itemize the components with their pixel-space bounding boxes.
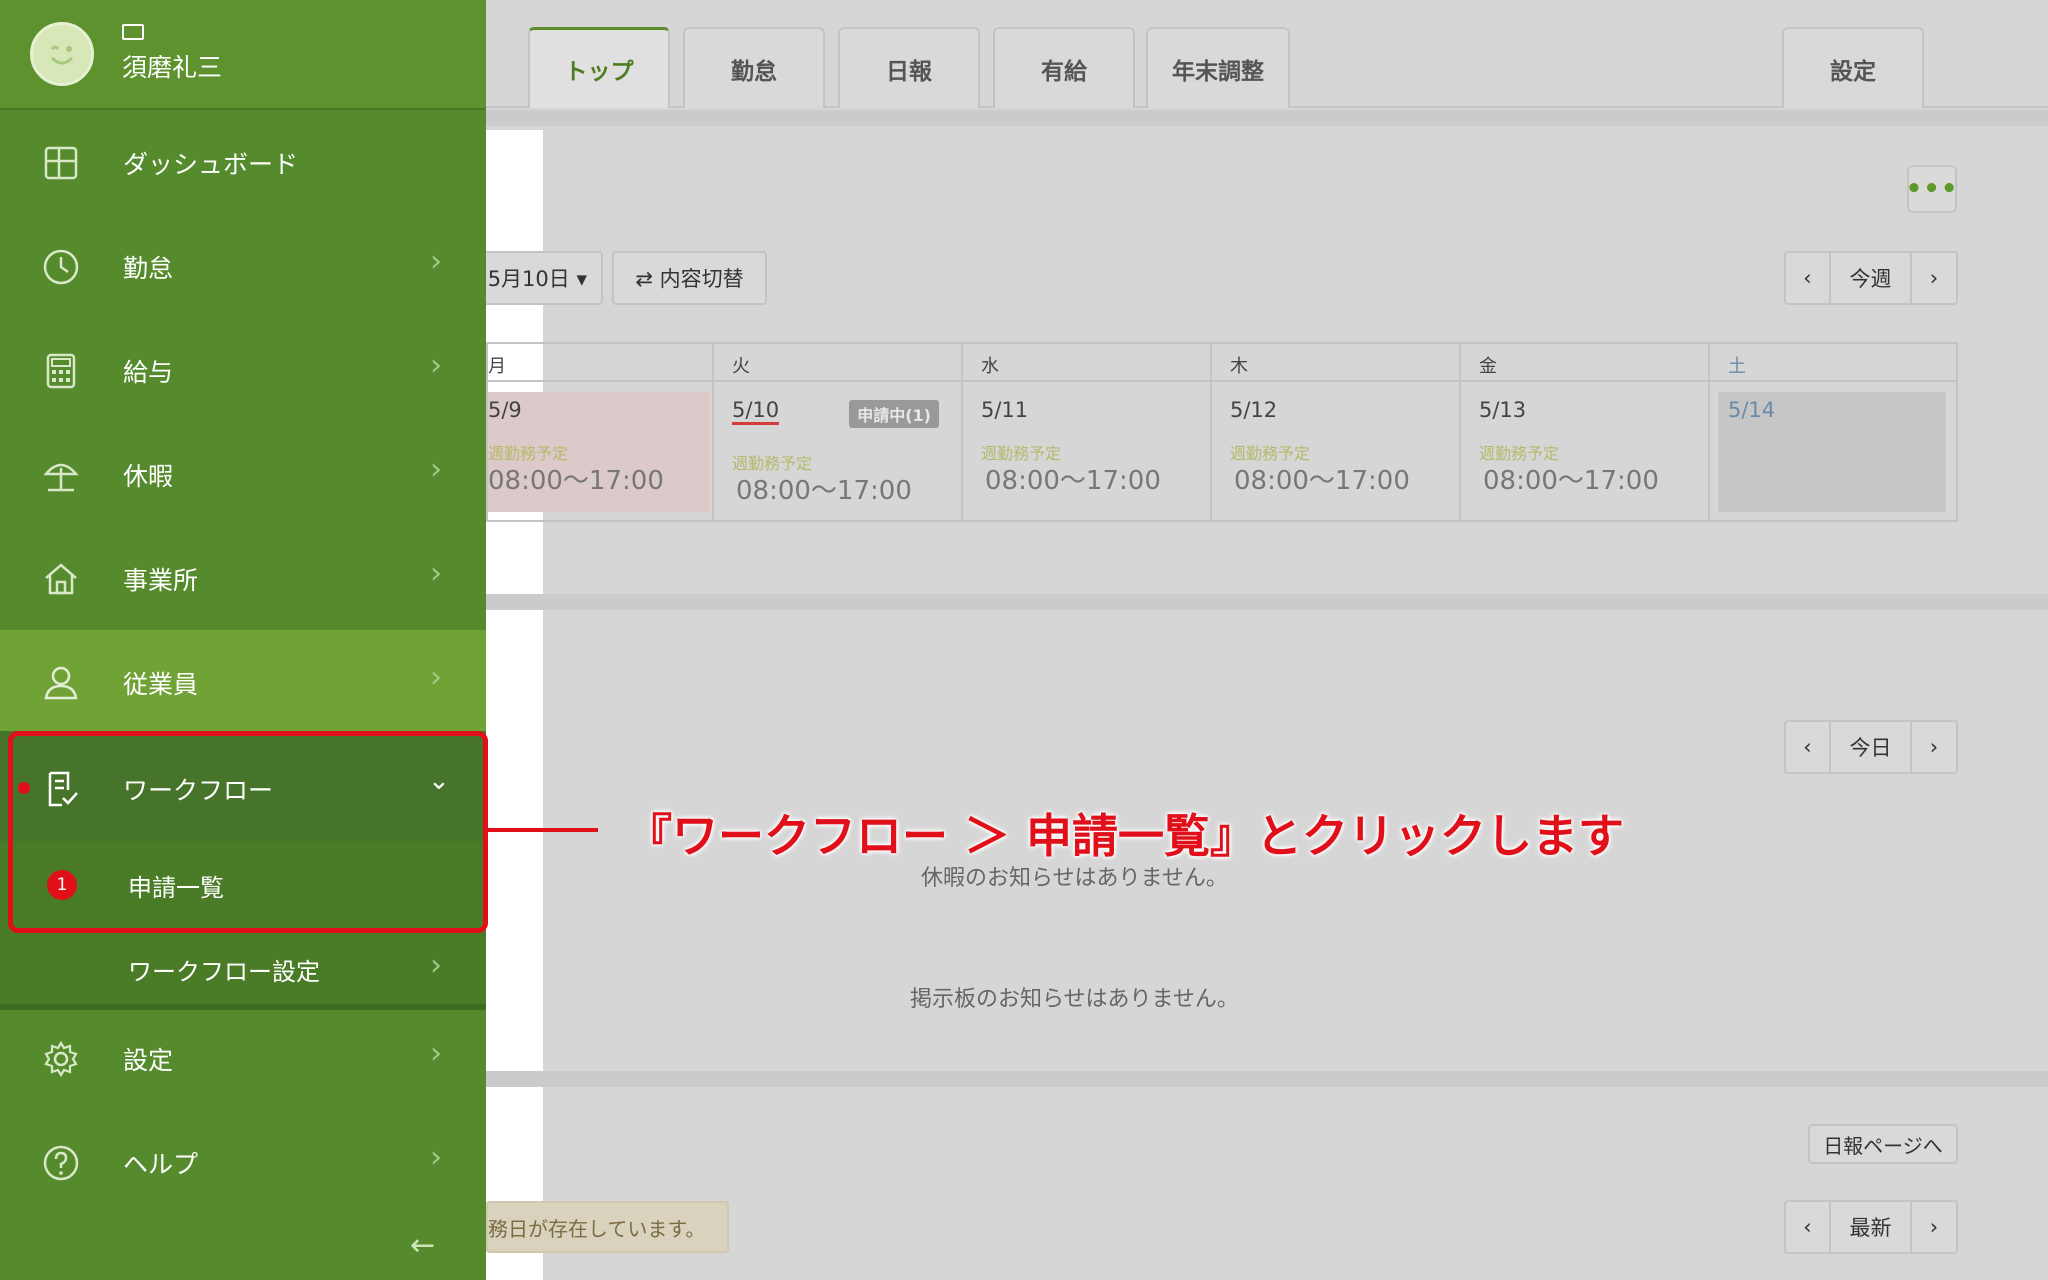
sidebar-item-employee[interactable]: 従業員 › xyxy=(0,630,486,734)
sidebar-item-label: 勤怠 xyxy=(123,254,174,283)
person-icon xyxy=(44,666,78,700)
day-time: 08:00～17:00 xyxy=(985,466,1161,496)
warning-note: 務日が存在しています。 xyxy=(486,1201,729,1253)
calendar-day[interactable]: 土 5/14 xyxy=(1710,344,1956,520)
prev-week-button[interactable]: ‹ xyxy=(1786,253,1831,303)
sidebar-item-help[interactable]: ヘルプ › xyxy=(0,1110,486,1214)
sidebar-item-office[interactable]: 事業所 › xyxy=(0,526,486,630)
dashboard-icon xyxy=(44,146,78,180)
sidebar-item-label: 事業所 xyxy=(123,566,199,595)
sidebar-subitem-label: ワークフロー設定 xyxy=(128,958,320,986)
chevron-right-icon: › xyxy=(430,1140,442,1175)
sidebar-item-label: 従業員 xyxy=(123,670,199,699)
annotation-highlight-box xyxy=(8,731,488,933)
tab-daily-report[interactable]: 日報 xyxy=(838,27,980,108)
sidebar-item-label: 休暇 xyxy=(123,462,174,491)
sidebar-item-label: ダッシュボード xyxy=(123,150,299,179)
day-date: 5/14 xyxy=(1728,398,1776,422)
clock-icon xyxy=(43,249,79,285)
day-header: 水 xyxy=(963,344,1210,382)
today-button[interactable]: 今日 xyxy=(1831,722,1912,772)
content-edge xyxy=(486,0,543,1280)
day-time: 08:00～17:00 xyxy=(1234,466,1410,496)
calendar-day[interactable]: 木 5/12 週勤務予定 08:00～17:00 xyxy=(1212,344,1461,520)
prev-day-button[interactable]: ‹ xyxy=(1786,722,1831,772)
calendar-day[interactable]: 金 5/13 週勤務予定 08:00～17:00 xyxy=(1461,344,1710,520)
chevron-right-icon: › xyxy=(430,660,442,695)
day-date: 5/10 xyxy=(732,398,780,425)
day-date: 5/13 xyxy=(1479,398,1527,422)
tab-top[interactable]: トップ xyxy=(528,27,670,108)
chevron-right-icon: › xyxy=(430,452,442,487)
day-header: 金 xyxy=(1461,344,1708,382)
id-card-icon xyxy=(122,24,144,40)
day-time: 08:00～17:00 xyxy=(736,476,912,506)
day-header: 月 xyxy=(488,344,712,382)
chevron-right-icon: › xyxy=(430,244,442,279)
sidebar-item-label: 設定 xyxy=(123,1046,174,1075)
chevron-right-icon: › xyxy=(430,348,442,383)
tab-attendance[interactable]: 勤怠 xyxy=(683,27,825,108)
sidebar-item-leave[interactable]: 休暇 › xyxy=(0,422,486,526)
tab-year-end[interactable]: 年末調整 xyxy=(1146,27,1290,108)
sidebar-subitem-workflow-settings[interactable]: ワークフロー設定 › xyxy=(0,924,486,1012)
chevron-right-icon: › xyxy=(430,1036,442,1071)
date-select[interactable]: 5月10日 ▾ xyxy=(470,251,603,305)
daily-report-link[interactable]: 日報ページへ xyxy=(1808,1124,1958,1164)
calculator-icon xyxy=(46,353,76,389)
sidebar-item-dashboard[interactable]: ダッシュボード xyxy=(0,110,486,214)
day-date: 5/12 xyxy=(1230,398,1278,422)
annotation-caption: 『ワークフロー ＞ 申請一覧』とクリックします xyxy=(626,809,1625,863)
panel-divider xyxy=(486,594,2048,610)
day-time: 08:00～17:00 xyxy=(488,466,664,496)
day-date: 5/9 xyxy=(488,398,522,422)
sidebar-item-attendance[interactable]: 勤怠 › xyxy=(0,214,486,318)
panel-divider xyxy=(486,110,2048,126)
user-name: 須磨礼三 xyxy=(122,53,223,82)
next-day-button[interactable]: › xyxy=(1912,722,1956,772)
next-week-button[interactable]: › xyxy=(1912,253,1956,303)
day-header: 火 xyxy=(714,344,961,382)
collapse-sidebar-icon[interactable]: ← xyxy=(410,1228,435,1263)
board-empty-message: 掲示板のお知らせはありません。 xyxy=(910,987,1239,1012)
annotation-connector xyxy=(488,828,598,832)
pending-badge: 申請中(1) xyxy=(849,400,939,428)
tab-paid-leave[interactable]: 有給 xyxy=(993,27,1135,108)
this-week-button[interactable]: 今週 xyxy=(1831,253,1912,303)
sidebar-item-salary[interactable]: 給与 › xyxy=(0,318,486,422)
chevron-right-icon: › xyxy=(430,948,442,983)
user-profile[interactable]: 須磨礼三 xyxy=(0,0,486,110)
panel-divider xyxy=(486,1071,2048,1087)
week-calendar: 月 5/9 週勤務予定 08:00～17:00 火 5/10 申請中(1) 週勤… xyxy=(486,342,1958,522)
week-nav: ‹ 今週 › xyxy=(1784,251,1958,305)
home-icon xyxy=(45,563,77,595)
report-nav: ‹ 最新 › xyxy=(1784,1200,1958,1254)
switch-content-button[interactable]: ⇄ 内容切替 xyxy=(612,251,767,305)
avatar xyxy=(30,22,94,86)
calendar-day[interactable]: 火 5/10 申請中(1) 週勤務予定 08:00～17:00 xyxy=(714,344,963,520)
calendar-day[interactable]: 月 5/9 週勤務予定 08:00～17:00 xyxy=(488,344,714,520)
chevron-right-icon: › xyxy=(430,556,442,591)
more-options-button[interactable]: ••• xyxy=(1906,165,1957,213)
day-date: 5/11 xyxy=(981,398,1029,422)
sidebar-item-settings[interactable]: 設定 › xyxy=(0,1006,486,1110)
parasol-icon xyxy=(43,463,79,492)
prev-report-button[interactable]: ‹ xyxy=(1786,1202,1831,1252)
sidebar-item-label: 給与 xyxy=(123,358,174,387)
sidebar-item-label: ヘルプ xyxy=(123,1150,199,1179)
smile-icon xyxy=(50,45,74,65)
sidebar-nav: 須磨礼三 ダッシュボード 勤怠 › 給与 › 休暇 › 事業所 › 従業員 › … xyxy=(0,0,486,1280)
help-icon xyxy=(43,1145,79,1181)
gear-icon xyxy=(44,1040,78,1078)
day-header: 土 xyxy=(1710,344,1956,382)
day-header: 木 xyxy=(1212,344,1459,382)
latest-report-button[interactable]: 最新 xyxy=(1831,1202,1912,1252)
next-report-button[interactable]: › xyxy=(1912,1202,1956,1252)
calendar-day[interactable]: 水 5/11 週勤務予定 08:00～17:00 xyxy=(963,344,1212,520)
day-time: 08:00～17:00 xyxy=(1483,466,1659,496)
tab-settings[interactable]: 設定 xyxy=(1782,27,1924,108)
day-nav: ‹ 今日 › xyxy=(1784,720,1958,774)
